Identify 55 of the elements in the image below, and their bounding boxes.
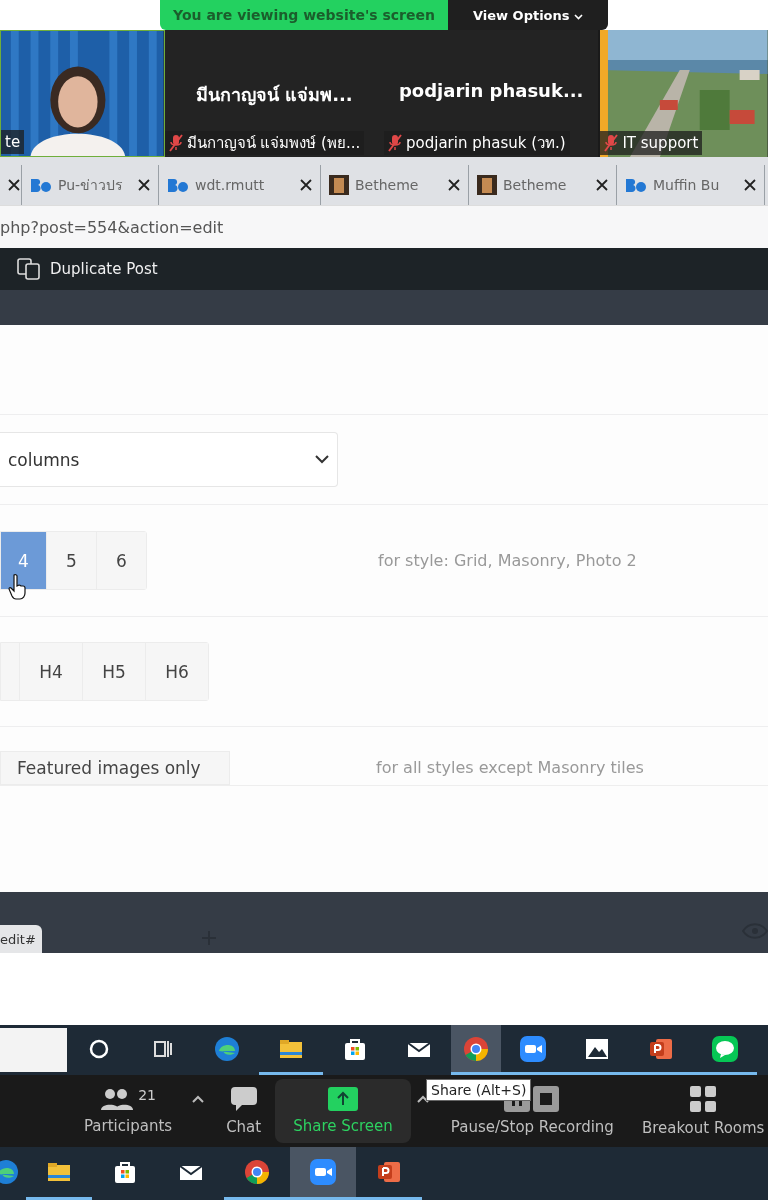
- muted-mic-icon: [604, 134, 619, 152]
- tab-title: Betheme: [503, 177, 568, 193]
- grid-icon: [689, 1085, 718, 1113]
- chevron-down-icon: [315, 455, 329, 464]
- people-icon: [100, 1087, 135, 1111]
- chat-icon: [229, 1086, 258, 1112]
- toolbar-button[interactable]: 21 Participants: [70, 1079, 187, 1143]
- toolbar-button[interactable]: Share Screen: [275, 1079, 411, 1143]
- be-logo-icon: [625, 177, 647, 193]
- tab-title: Muffin Bu: [653, 177, 721, 193]
- taskbar-button[interactable]: [290, 1147, 356, 1200]
- be-logo-icon: [167, 177, 189, 193]
- duplicate-icon: [16, 257, 42, 281]
- columns-select[interactable]: columns: [0, 432, 338, 487]
- video-camera-icon: [519, 1034, 547, 1063]
- tab-title: Betheme: [355, 177, 420, 193]
- column-hint: for style: Grid, Masonry, Photo 2: [378, 551, 637, 570]
- muted-mic-icon: [168, 134, 183, 152]
- tooltip: Share (Alt+S): [426, 1079, 532, 1101]
- video-camera-icon: [309, 1158, 337, 1186]
- screen-share-banner: You are viewing website's screen: [160, 0, 448, 30]
- participant-name: มีนกาญจน์ แจ่มพ...: [194, 83, 354, 108]
- close-tab-icon[interactable]: [744, 179, 756, 191]
- close-tab-icon[interactable]: [300, 179, 312, 191]
- chat-bubble-app-icon: [711, 1034, 739, 1063]
- duplicate-post-link[interactable]: Duplicate Post: [16, 257, 158, 281]
- edge-icon: [213, 1034, 241, 1063]
- muted-mic-icon: [388, 134, 402, 152]
- close-tab-icon[interactable]: [138, 179, 150, 191]
- participant-label: IT support: [622, 134, 699, 152]
- toolbar-button[interactable]: Chat: [212, 1079, 276, 1143]
- url-text[interactable]: php?post=554&action=edit: [0, 217, 224, 237]
- tab-title: wdt.rmutt: [195, 177, 266, 193]
- chrome-icon: [243, 1158, 271, 1186]
- heading-option-button[interactable]: H6: [145, 643, 208, 700]
- tab-title: Pu-ข่าวปร: [58, 176, 125, 195]
- participant-label: podjarin phasuk (วท.): [406, 133, 566, 154]
- chrome-icon: [462, 1034, 490, 1063]
- edit-tab[interactable]: edit#: [0, 925, 42, 953]
- search-field[interactable]: [0, 1028, 67, 1072]
- participant-label: te: [5, 133, 21, 151]
- be-logo-icon: [30, 177, 52, 193]
- participant-name: podjarin phasuk...: [398, 80, 585, 101]
- close-tab-icon[interactable]: [448, 179, 460, 191]
- view-options-button[interactable]: View Options: [448, 0, 608, 30]
- close-tab-icon[interactable]: [8, 179, 20, 191]
- participant-label: มีนกาญจน์ แจ่มพงษ์ (พย...: [186, 133, 361, 154]
- featured-images-button[interactable]: Featured images only: [0, 751, 230, 785]
- edge-icon: [0, 1158, 20, 1186]
- toolbar-button[interactable]: Breakout Rooms: [627, 1079, 768, 1143]
- column-option-button[interactable]: 6: [96, 532, 146, 589]
- close-tab-icon[interactable]: [596, 179, 608, 191]
- images-hint: for all styles except Masonry tiles: [376, 758, 644, 777]
- chevron-down-icon: [574, 13, 584, 20]
- participant-count: 21: [138, 1087, 156, 1103]
